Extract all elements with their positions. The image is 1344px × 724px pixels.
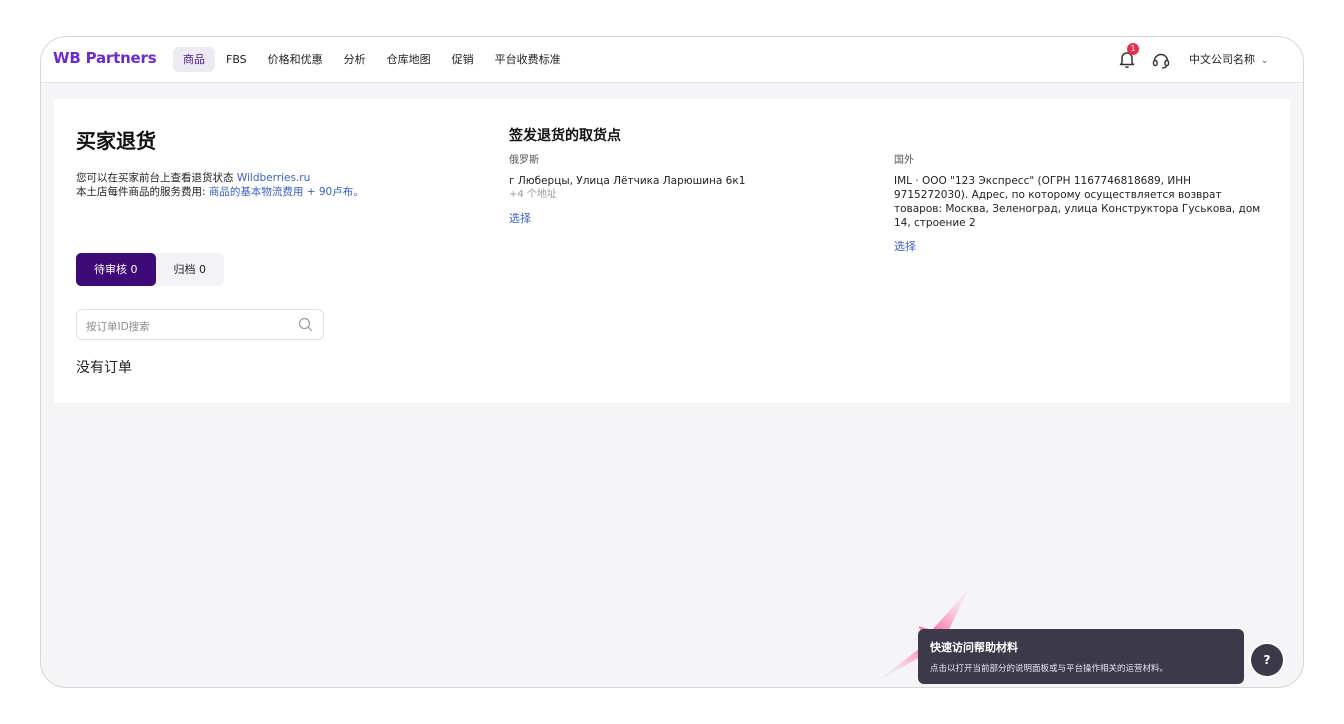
choose-russia-link[interactable]: 选择 [509,210,869,226]
abroad-label: 国外 [894,155,914,166]
more-addresses: +4 个地址 [509,189,557,200]
nav-item-promotions[interactable]: 促销 [442,47,484,72]
nav-item-analytics[interactable]: 分析 [334,47,376,72]
russia-address: г Люберцы, Улица Лётчика Ларюшина 6к1 [509,175,746,187]
empty-state-text: 没有订单 [76,360,132,376]
chevron-down-icon: ⌄ [1261,56,1269,66]
nav-item-prices-discounts[interactable]: 价格和优惠 [258,47,333,72]
tooltip-text: 点击以打开当前部分的说明面板或与平台操作相关的运营材料。 [930,664,1169,674]
wildberries-link[interactable]: Wildberries.ru [237,172,310,184]
help-button[interactable]: ? [1251,644,1283,676]
nav-item-platform-fees[interactable]: 平台收费标准 [485,47,571,72]
company-name: 中文公司名称 [1189,53,1255,66]
nav-item-warehouse-map[interactable]: 仓库地图 [377,47,441,72]
russia-label: 俄罗斯 [509,155,539,166]
company-selector[interactable]: 中文公司名称 ⌄ [1189,51,1269,67]
search-placeholder: 按订单ID搜索 [86,321,150,333]
status-intro-text: 您可以在买家前台上查看退货状态 [76,172,234,184]
tab-pending-review[interactable]: 待审核 0 [76,253,156,286]
pickup-section-title: 签发退货的取货点 [509,128,621,144]
nav-item-products[interactable]: 商品 [173,47,215,72]
main-nav: 商品 FBS 价格和优惠 分析 仓库地图 促销 平台收费标准 [173,47,572,72]
fee-intro-text: 本土店每件商品的服务费用: [76,186,206,198]
intro-text-block: 您可以在买家前台上查看退货状态 Wildberries.ru 本土店每件商品的服… [76,171,364,199]
fee-link[interactable]: 商品的基本物流费用 + 90卢布。 [209,186,364,198]
returns-tabs: 待审核 0 归档 0 [76,253,224,286]
wb-partners-logo[interactable]: WB Partners [53,49,157,67]
choose-abroad-link[interactable]: 选择 [894,238,1266,254]
order-search-input[interactable]: 按订单ID搜索 [76,309,324,340]
returns-card: 买家退货 您可以在买家前台上查看退货状态 Wildberries.ru 本土店每… [54,99,1290,403]
notification-badge: 1 [1127,43,1139,55]
nav-item-fbs[interactable]: FBS [216,47,257,72]
abroad-pickup-section: 国外 IML · ООО "123 Экспресс" (ОГРН 116774… [894,151,1266,254]
search-icon [298,317,313,332]
support-headset-icon[interactable] [1151,50,1171,70]
abroad-address: IML · ООО "123 Экспресс" (ОГРН 116774681… [894,175,1261,229]
tooltip-title: 快速访问帮助材料 [930,641,1018,654]
top-navigation-bar: WB Partners 商品 FBS 价格和优惠 分析 仓库地图 促销 平台收费… [41,37,1303,83]
help-tooltip: 快速访问帮助材料 点击以打开当前部分的说明面板或与平台操作相关的运营材料。 [918,629,1244,684]
pickup-points-section: 签发退货的取货点 俄罗斯 г Люберцы, Улица Лётчика Ла… [509,125,869,226]
page-title: 买家退货 [76,129,156,153]
tab-archive[interactable]: 归档 0 [156,253,225,286]
app-window: WB Partners 商品 FBS 价格和优惠 分析 仓库地图 促销 平台收费… [40,36,1304,688]
